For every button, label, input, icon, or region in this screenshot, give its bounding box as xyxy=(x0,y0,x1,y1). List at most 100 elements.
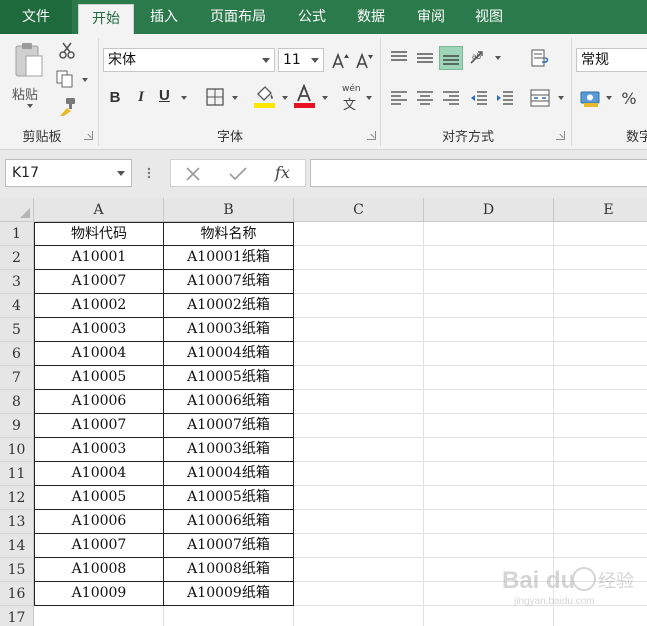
cell-a3[interactable]: A10007 xyxy=(34,270,164,294)
cell-b10[interactable]: A10003纸箱 xyxy=(164,438,294,462)
cell-d17[interactable] xyxy=(424,606,554,626)
align-right-button[interactable] xyxy=(439,86,463,110)
align-center-button[interactable] xyxy=(413,86,437,110)
orientation-button[interactable]: ab xyxy=(467,46,503,70)
cell-e7[interactable] xyxy=(554,366,647,390)
cell-b9[interactable]: A10007纸箱 xyxy=(164,414,294,438)
select-all-corner[interactable] xyxy=(0,198,34,222)
cell-b11[interactable]: A10004纸箱 xyxy=(164,462,294,486)
cell-e9[interactable] xyxy=(554,414,647,438)
cell-e1[interactable] xyxy=(554,222,647,246)
font-launcher-icon[interactable] xyxy=(367,131,376,140)
column-header-b[interactable]: B xyxy=(164,198,294,222)
cell-a4[interactable]: A10002 xyxy=(34,294,164,318)
align-top-button[interactable] xyxy=(387,46,411,70)
cell-d5[interactable] xyxy=(424,318,554,342)
cell-a9[interactable]: A10007 xyxy=(34,414,164,438)
cell-d3[interactable] xyxy=(424,270,554,294)
accounting-format-button[interactable] xyxy=(578,86,614,110)
cell-e4[interactable] xyxy=(554,294,647,318)
cell-c3[interactable] xyxy=(294,270,424,294)
tab-review[interactable]: 审阅 xyxy=(404,0,458,34)
decrease-indent-button[interactable] xyxy=(467,86,491,110)
cell-b5[interactable]: A10003纸箱 xyxy=(164,318,294,342)
increase-font-button[interactable] xyxy=(330,50,350,72)
row-header-17[interactable]: 17 xyxy=(0,606,34,626)
cell-a6[interactable]: A10004 xyxy=(34,342,164,366)
cell-e13[interactable] xyxy=(554,510,647,534)
row-header-4[interactable]: 4 xyxy=(0,294,34,318)
cell-e3[interactable] xyxy=(554,270,647,294)
font-color-button[interactable] xyxy=(292,84,330,110)
cell-b3[interactable]: A10007纸箱 xyxy=(164,270,294,294)
row-header-1[interactable]: 1 xyxy=(0,222,34,246)
row-header-6[interactable]: 6 xyxy=(0,342,34,366)
tab-formulas[interactable]: 公式 xyxy=(286,0,338,34)
align-bottom-button[interactable] xyxy=(439,46,463,70)
cell-c9[interactable] xyxy=(294,414,424,438)
cell-d14[interactable] xyxy=(424,534,554,558)
cell-d13[interactable] xyxy=(424,510,554,534)
cell-b4[interactable]: A10002纸箱 xyxy=(164,294,294,318)
copy-button[interactable] xyxy=(56,68,90,90)
cell-c10[interactable] xyxy=(294,438,424,462)
tab-data[interactable]: 数据 xyxy=(344,0,398,34)
formula-bar-grip-icon[interactable] xyxy=(147,164,151,182)
cell-b7[interactable]: A10005纸箱 xyxy=(164,366,294,390)
row-header-10[interactable]: 10 xyxy=(0,438,34,462)
cell-b13[interactable]: A10006纸箱 xyxy=(164,510,294,534)
cell-e6[interactable] xyxy=(554,342,647,366)
cell-b15[interactable]: A10008纸箱 xyxy=(164,558,294,582)
format-painter-button[interactable] xyxy=(56,96,78,118)
cell-c16[interactable] xyxy=(294,582,424,606)
cell-e17[interactable] xyxy=(554,606,647,626)
borders-button[interactable] xyxy=(204,86,242,108)
cancel-icon[interactable] xyxy=(185,166,201,182)
cell-d9[interactable] xyxy=(424,414,554,438)
cut-button[interactable] xyxy=(56,40,78,62)
cell-b16[interactable]: A10009纸箱 xyxy=(164,582,294,606)
cell-d8[interactable] xyxy=(424,390,554,414)
cell-e11[interactable] xyxy=(554,462,647,486)
cell-d6[interactable] xyxy=(424,342,554,366)
increase-indent-button[interactable] xyxy=(493,86,517,110)
cell-c7[interactable] xyxy=(294,366,424,390)
cell-c11[interactable] xyxy=(294,462,424,486)
merge-center-dropdown-icon[interactable] xyxy=(558,96,564,100)
phonetic-dropdown-icon[interactable] xyxy=(366,96,372,100)
column-header-e[interactable]: E xyxy=(554,198,647,222)
font-size-combo[interactable]: 11 xyxy=(278,48,324,72)
tab-file[interactable]: 文件 xyxy=(0,0,72,34)
row-header-8[interactable]: 8 xyxy=(0,390,34,414)
cell-e2[interactable] xyxy=(554,246,647,270)
wrap-text-button[interactable] xyxy=(528,46,552,70)
row-header-11[interactable]: 11 xyxy=(0,462,34,486)
number-format-combo[interactable]: 常规 xyxy=(576,48,647,72)
row-header-14[interactable]: 14 xyxy=(0,534,34,558)
cell-b12[interactable]: A10005纸箱 xyxy=(164,486,294,510)
insert-function-button[interactable]: fx xyxy=(275,163,290,182)
cell-c5[interactable] xyxy=(294,318,424,342)
cell-d7[interactable] xyxy=(424,366,554,390)
font-color-dropdown-icon[interactable] xyxy=(322,96,328,100)
cell-e14[interactable] xyxy=(554,534,647,558)
tab-view[interactable]: 视图 xyxy=(462,0,516,34)
tab-home[interactable]: 开始 xyxy=(78,4,134,34)
row-header-13[interactable]: 13 xyxy=(0,510,34,534)
row-header-7[interactable]: 7 xyxy=(0,366,34,390)
cell-d11[interactable] xyxy=(424,462,554,486)
column-header-d[interactable]: D xyxy=(424,198,554,222)
cell-c12[interactable] xyxy=(294,486,424,510)
cell-a12[interactable]: A10005 xyxy=(34,486,164,510)
orientation-dropdown-icon[interactable] xyxy=(495,56,501,60)
cell-a1[interactable]: 物料代码 xyxy=(34,222,164,246)
cell-d2[interactable] xyxy=(424,246,554,270)
borders-dropdown-icon[interactable] xyxy=(232,96,238,100)
column-header-a[interactable]: A xyxy=(34,198,164,222)
bold-button[interactable]: B xyxy=(104,86,126,108)
row-header-16[interactable]: 16 xyxy=(0,582,34,606)
cell-a17[interactable] xyxy=(34,606,164,626)
enter-check-icon[interactable] xyxy=(229,166,247,182)
cell-e5[interactable] xyxy=(554,318,647,342)
cell-b6[interactable]: A10004纸箱 xyxy=(164,342,294,366)
